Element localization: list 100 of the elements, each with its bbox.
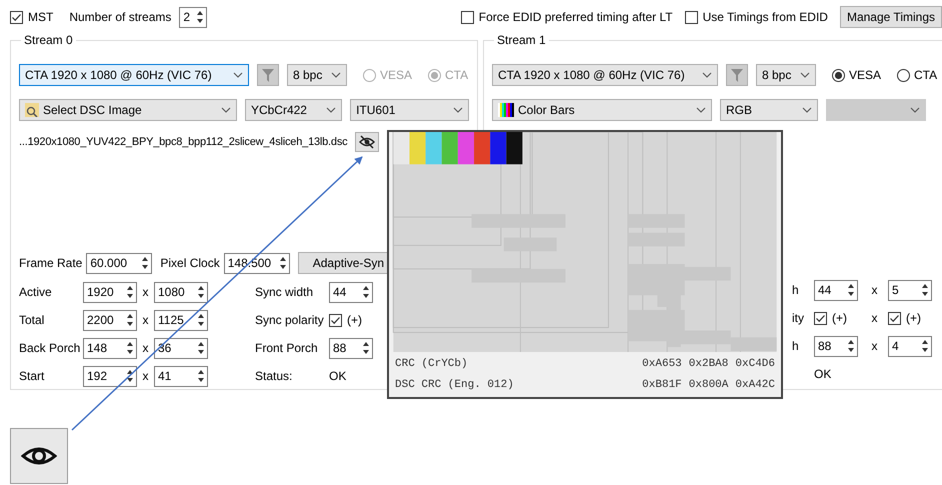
chevron-icon	[233, 72, 243, 78]
separator-text: x	[142, 368, 150, 385]
spin-arrows-icon	[847, 283, 855, 297]
field-label: Sync polarity	[255, 312, 325, 329]
field-label: Number of streams	[69, 9, 172, 26]
separator-text: x	[870, 310, 878, 327]
manage-timings-button[interactable]: Manage Timings	[840, 6, 942, 28]
spin-field[interactable]: 192	[83, 366, 137, 386]
separator-text: x	[870, 282, 878, 299]
dropdown[interactable]: Color Bars	[492, 99, 712, 121]
checkbox[interactable]: (+)	[814, 309, 847, 327]
radio-button[interactable]: CTA	[897, 66, 938, 84]
chevron-icon	[702, 72, 712, 78]
field-label: Total	[19, 312, 46, 329]
checked-box-icon	[10, 10, 23, 24]
spin-field[interactable]: 1920	[83, 282, 137, 302]
spin-field[interactable]: 44	[814, 280, 858, 300]
crc-value: 0xC4D6	[735, 357, 775, 372]
preview-toggle-button[interactable]	[355, 132, 380, 152]
spin-arrows-icon	[196, 10, 204, 24]
file-name: ...1920x1080_YUV422_BPY_bpc8_bpp112_2slicew_4sliceh_13lb.dsc	[19, 134, 348, 150]
crc-value: 0xB81F	[642, 378, 682, 392]
field-label: Start	[19, 368, 46, 385]
separator-text: x	[142, 340, 150, 357]
spin-arrows-icon	[921, 283, 929, 297]
checked-box-icon	[814, 312, 827, 324]
image-search-icon	[25, 103, 39, 117]
crc-label: CRC (CrYCb)	[395, 357, 468, 372]
filter-button[interactable]	[726, 64, 748, 86]
spin-arrows-icon	[197, 341, 205, 355]
dropdown[interactable]: ITU601	[350, 99, 469, 121]
field-label: h	[792, 282, 799, 299]
field-label: Active	[19, 284, 53, 301]
spin-arrows-icon	[197, 369, 205, 383]
spin-arrows-icon	[847, 339, 855, 353]
field-label: ity	[792, 310, 804, 327]
chevron-icon	[453, 107, 463, 113]
spin-arrows-icon	[126, 369, 134, 383]
checkbox[interactable]: MST	[10, 8, 54, 26]
funnel-icon	[730, 68, 744, 82]
checkbox[interactable]: (+)	[888, 309, 921, 327]
spin-field[interactable]: 44	[329, 282, 373, 302]
spin-field[interactable]: 88	[814, 336, 858, 356]
spin-field[interactable]: 4	[888, 336, 932, 356]
field-label: Pixel Clock	[160, 255, 220, 272]
panel-title: Stream 0	[23, 34, 74, 46]
spin-arrows-icon	[278, 256, 287, 270]
spin-field[interactable]: 2	[179, 6, 208, 28]
chevron-icon	[800, 72, 810, 78]
color-bars-icon	[498, 103, 514, 117]
spin-field[interactable]: 5	[888, 280, 932, 300]
status-value: OK	[329, 368, 346, 385]
dropdown[interactable]: YCbCr422	[244, 99, 342, 121]
spin-arrows-icon	[197, 285, 205, 299]
dropdown[interactable]: Select DSC Image	[19, 99, 237, 121]
dropdown[interactable]: RGB	[720, 99, 818, 121]
crc-label: DSC CRC (Eng. 012)	[395, 378, 514, 392]
separator-text: x	[142, 312, 150, 329]
dropdown[interactable]: 8 bpc	[756, 64, 816, 86]
dropdown[interactable]: 8 bpc	[287, 64, 347, 86]
chevron-icon	[326, 107, 336, 113]
chevron-icon	[331, 72, 341, 78]
spin-field[interactable]: 60.000	[86, 252, 152, 274]
spin-field[interactable]: 148	[83, 338, 137, 358]
spin-field[interactable]: 1125	[154, 310, 208, 330]
panel-title: Stream 1	[496, 34, 547, 46]
field-label: Back Porch	[19, 340, 82, 357]
chevron-icon	[802, 107, 812, 113]
radio-button[interactable]: VESA	[832, 66, 882, 84]
checkbox[interactable]: Force EDID preferred timing after LT	[460, 8, 673, 26]
spin-field[interactable]: 41	[154, 366, 208, 386]
crc-value: 0x2BA8	[688, 357, 728, 372]
filter-button[interactable]	[257, 64, 279, 86]
spin-field[interactable]: 88	[329, 338, 373, 358]
crc-value: 0xA653	[642, 357, 682, 372]
crc-value: 0xA42C	[735, 378, 775, 392]
spin-arrows-icon	[921, 339, 929, 353]
empty-box-icon	[460, 10, 474, 24]
checkbox[interactable]: (+)	[329, 311, 362, 329]
funnel-icon	[261, 68, 275, 82]
checked-box-icon	[329, 314, 342, 326]
separator-text: x	[870, 338, 878, 355]
spin-arrows-icon	[362, 285, 370, 299]
field-label: Frame Rate	[19, 255, 82, 272]
eye-slash-icon	[359, 135, 376, 149]
spin-arrows-icon	[197, 313, 205, 327]
field-label: Sync width	[255, 284, 314, 301]
status-value: OK	[814, 366, 832, 383]
spin-field[interactable]: 36	[154, 338, 208, 358]
spin-field[interactable]: 2200	[83, 310, 137, 330]
dropdown[interactable]: CTA 1920 x 1080 @ 60Hz (VIC 76)	[19, 64, 249, 86]
empty-box-icon	[684, 10, 698, 24]
crc-value: 0x800A	[688, 378, 728, 392]
spin-arrows-icon	[126, 285, 134, 299]
spin-field[interactable]: 1080	[154, 282, 208, 302]
preview-button[interactable]	[10, 428, 68, 484]
spin-arrows-icon	[362, 341, 370, 355]
checkbox[interactable]: Use Timings from EDID	[684, 8, 828, 26]
dropdown[interactable]: CTA 1920 x 1080 @ 60Hz (VIC 76)	[492, 64, 718, 86]
spin-arrows-icon	[141, 256, 150, 270]
